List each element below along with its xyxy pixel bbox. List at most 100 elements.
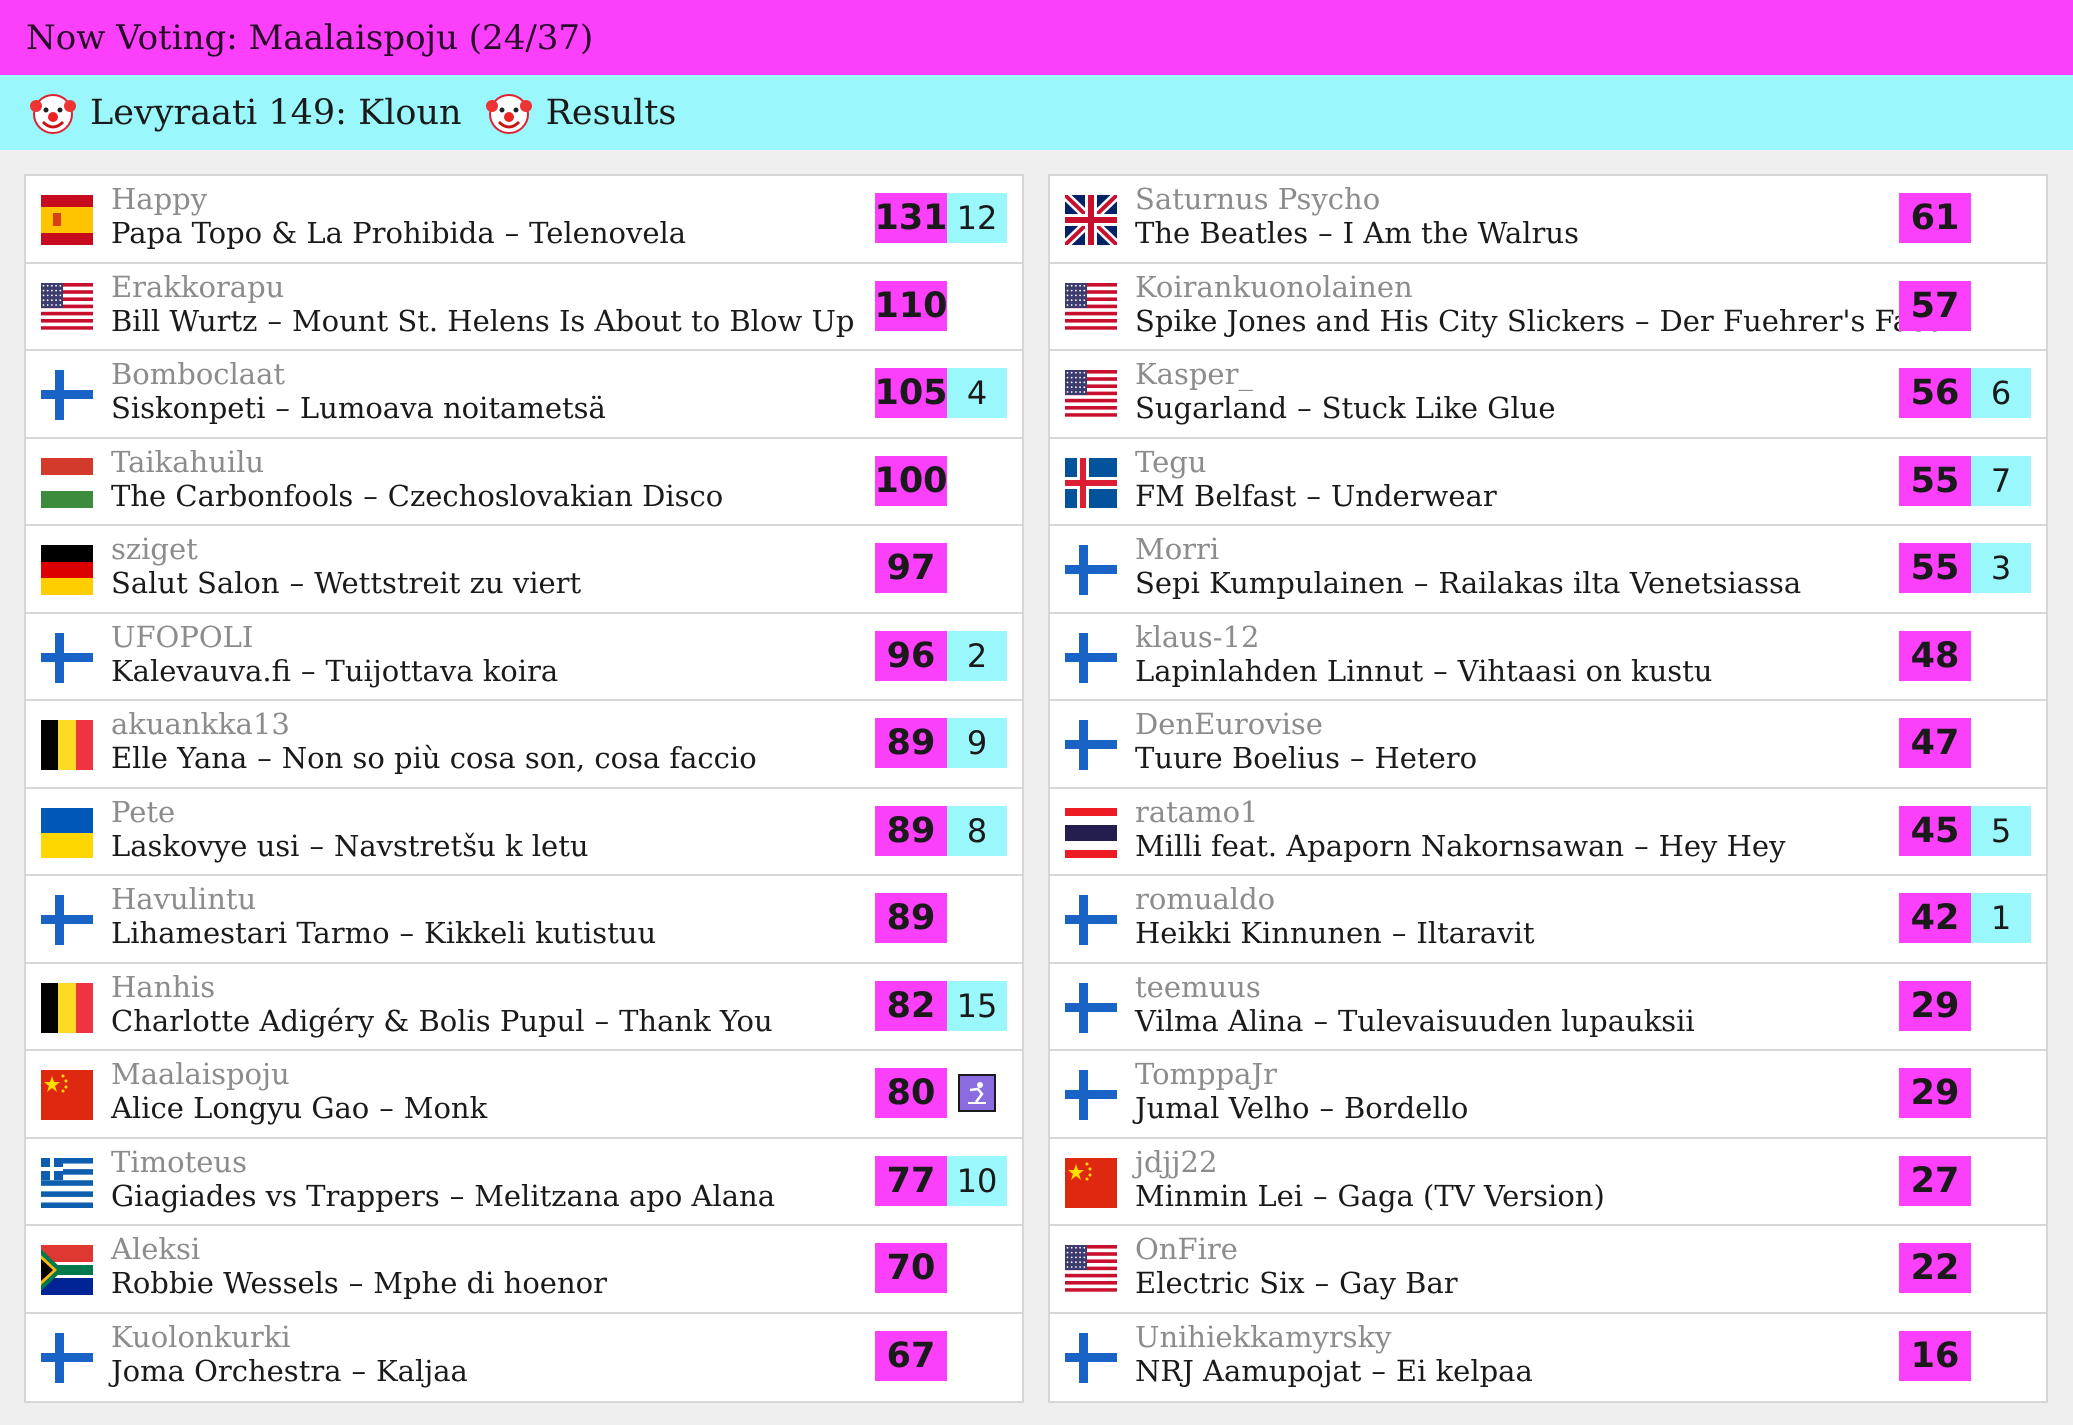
artist-name: Sugarland (1135, 391, 1288, 425)
result-row: Hanhis Charlotte Adigéry & Bolis Pupul – T… (26, 964, 1022, 1051)
is-flag-icon (1065, 457, 1117, 508)
dash-separator: – (449, 1178, 465, 1213)
dash-separator: – (379, 1091, 394, 1125)
song-line: Tuure Boelius – Hetero (1135, 741, 1477, 775)
round-title: Levyraati 149: Kloun (90, 92, 462, 133)
song-line: The Beatles – I Am the Walrus (1135, 216, 1579, 250)
result-row: teemuus Vilma Alina – Tulevaisuuden lupauk… (1050, 964, 2046, 1051)
voter-name: Taikahuilu (111, 444, 265, 479)
dash-separator: – (504, 216, 520, 250)
voter-name: DenEurovise (1135, 707, 1323, 741)
song-line: Lapinlahden Linnut – Vihtaasi on kustu (1135, 654, 1712, 688)
dash-separator: – (275, 391, 290, 425)
fi-flag-icon (41, 1332, 93, 1383)
artist-name: Salut Salon (111, 566, 280, 600)
total-score: 47 (1899, 718, 1971, 768)
fi-flag-icon (1065, 895, 1117, 945)
points-given: 12 (947, 193, 1007, 243)
dash-separator: – (1391, 916, 1407, 950)
hu-flag-icon (41, 457, 93, 508)
result-row: Saturnus Psycho The Beatles – I Am the Wal… (1050, 176, 2046, 264)
points-given: 3 (1971, 543, 2031, 593)
result-row: jdjj22 Minmin Lei – Gaga (TV Version) 27 (1050, 1139, 2046, 1226)
voter-name: Bomboclaat (111, 357, 286, 391)
artist-name: Giagiades vs Trappers (111, 1178, 440, 1213)
points-given: 2 (947, 630, 1007, 681)
total-score: 29 (1899, 980, 1971, 1031)
cn-flag-icon (41, 1070, 93, 1120)
gr-flag-icon (41, 1157, 93, 1208)
song-title: Czechoslovakian Disco (387, 478, 724, 513)
fi-flag-icon (1065, 545, 1117, 595)
song-line: Milli feat. Apaporn Nakornsawan – Hey Hey (1135, 829, 1785, 863)
result-row: Tegu FM Belfast – Underwear 55 7 (1050, 439, 2046, 526)
points-given: 8 (947, 805, 1007, 856)
total-score: 67 (875, 1330, 947, 1381)
fi-flag-icon (1065, 720, 1117, 770)
result-row: ratamo1 Milli feat. Apaporn Nakornsawan –… (1050, 789, 2046, 876)
total-score: 16 (1899, 1330, 1971, 1381)
points-given (947, 1068, 1007, 1118)
dash-separator: – (1371, 1353, 1386, 1388)
dash-separator: – (257, 741, 272, 775)
total-score: 89 (875, 805, 947, 856)
voter-name: Timoteus (111, 1144, 247, 1179)
song-line: Joma Orchestra – Kaljaa (111, 1354, 468, 1388)
voter-name: ratamo1 (1135, 794, 1259, 829)
dash-separator: – (267, 303, 282, 338)
result-row: OnFire Electric Six – Gay Bar 22 (1050, 1226, 2046, 1314)
user-voting-icon (958, 1074, 996, 1112)
total-score: 110 (874, 280, 948, 331)
voter-name: teemuus (1135, 969, 1261, 1004)
song-line: Sugarland – Stuck Like Glue (1135, 391, 1556, 425)
result-row: DenEurovise Tuure Boelius – Hetero 47 (1050, 701, 2046, 789)
artist-name: Bill Wurtz (111, 303, 258, 338)
song-title: Railakas ilta Venetsiassa (1438, 566, 1802, 600)
result-row: Taikahuilu The Carbonfools – Czechoslovaki… (26, 439, 1022, 526)
fi-flag-icon (1065, 1070, 1117, 1120)
song-line: Kalevauva.fi – Tuijottava koira (111, 654, 558, 688)
results-column-right: Saturnus Psycho The Beatles – I Am the Wal… (1048, 174, 2048, 1403)
dash-separator: – (1314, 1266, 1330, 1300)
song-line: Papa Topo & La Prohibida – Telenovela (111, 216, 686, 250)
voter-name: Havulintu (111, 882, 257, 916)
result-row: akuankka13 Elle Yana – Non so più cosa son… (26, 701, 1022, 789)
result-row: Pete Laskovye usi – Navstretšu k letu 89 8 (26, 789, 1022, 876)
total-score: 55 (1899, 455, 1971, 506)
total-score: 96 (875, 630, 947, 681)
dash-separator: – (1349, 741, 1365, 775)
voter-name: Kuolonkurki (111, 1319, 291, 1354)
artist-name: Heikki Kinnunen (1135, 916, 1382, 950)
results-columns: Happy Papa Topo & La Prohibida – Telenovel… (24, 174, 2048, 1403)
total-score: 57 (1899, 280, 1971, 331)
song-title: Lumoava noitametsä (299, 391, 606, 425)
total-score: 89 (875, 718, 947, 768)
us-flag-icon (41, 282, 93, 333)
artist-name: The Carbonfools (111, 478, 354, 513)
dash-separator: – (1634, 303, 1650, 338)
artist-name: Lihamestari Tarmo (111, 916, 390, 950)
song-title: Stuck Like Glue (1321, 391, 1556, 425)
artist-name: Electric Six (1135, 1266, 1305, 1300)
result-row: Happy Papa Topo & La Prohibida – Telenovel… (26, 176, 1022, 264)
points-given: 10 (947, 1155, 1007, 1206)
artist-name: NRJ Aamupojat (1135, 1353, 1362, 1388)
points-given: 1 (1971, 893, 2031, 943)
total-score: 42 (1899, 893, 1971, 943)
cn-flag-icon (1065, 1157, 1117, 1208)
voter-name: TomppaJr (1135, 1057, 1277, 1091)
results-column-left: Happy Papa Topo & La Prohibida – Telenovel… (24, 174, 1024, 1403)
song-line: Charlotte Adigéry & Bolis Pupul – Thank Yo… (111, 1004, 773, 1038)
song-line: Vilma Alina – Tulevaisuuden lupauksii (1135, 1004, 1695, 1038)
result-row: UFOPOLI Kalevauva.fi – Tuijottava koira 96… (26, 614, 1022, 701)
song-title: Non so più cosa son, cosa faccio (281, 741, 757, 775)
result-row: Bomboclaat Siskonpeti – Lumoava noitametsä… (26, 351, 1022, 439)
fi-flag-icon (41, 895, 93, 945)
gb-flag-icon (1065, 195, 1117, 245)
song-line: FM Belfast – Underwear (1135, 479, 1497, 513)
song-line: The Carbonfools – Czechoslovakian Disco (111, 479, 723, 513)
voter-name: Tegu (1135, 444, 1207, 479)
now-voting-text: Now Voting: Maalaispoju (24/37) (26, 17, 594, 58)
song-line: Minmin Lei – Gaga (TV Version) (1135, 1179, 1605, 1213)
song-title: Bordello (1343, 1091, 1469, 1125)
